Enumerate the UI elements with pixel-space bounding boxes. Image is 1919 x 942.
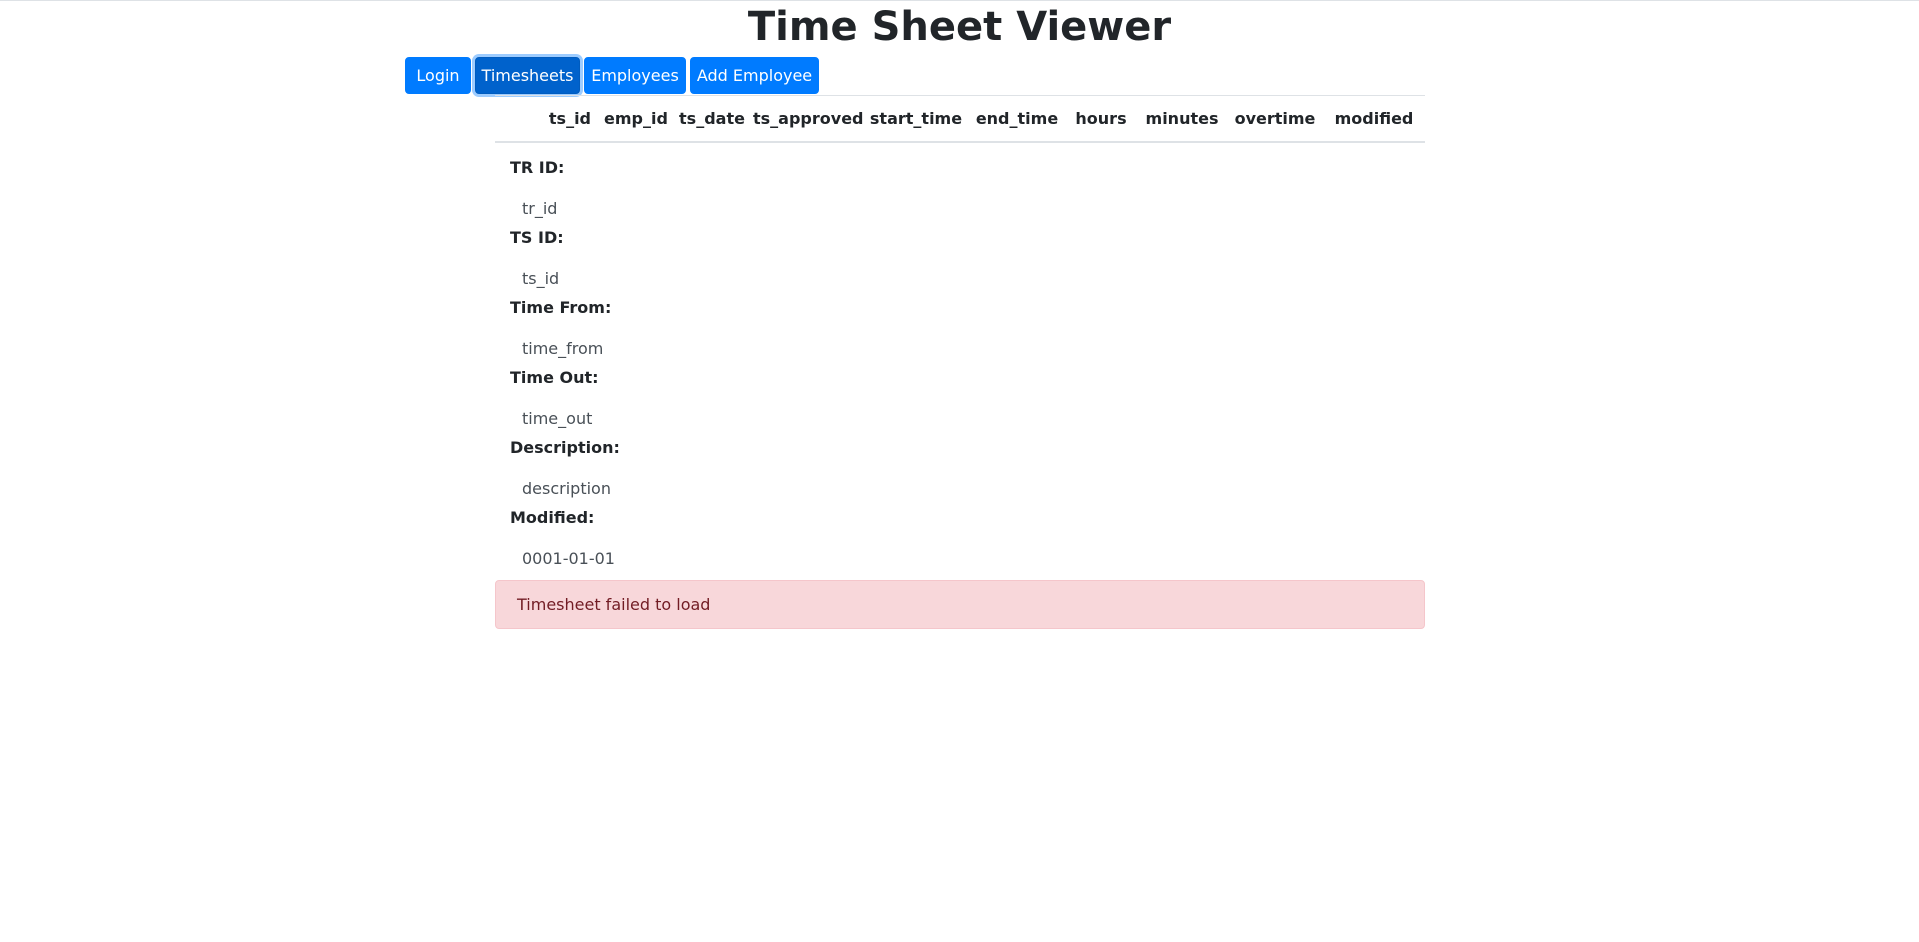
timesheet-table: ts_id emp_id ts_date ts_approved start_t…	[495, 95, 1425, 143]
time-out-label: Time Out:	[510, 368, 599, 387]
column-header: start_time	[863, 95, 969, 143]
description-value: description	[522, 479, 611, 498]
column-header: ts_id	[495, 95, 601, 143]
login-button[interactable]: Login	[405, 57, 471, 94]
timesheet-table-container: ts_id emp_id ts_date ts_approved start_t…	[495, 95, 1425, 143]
time-from-label: Time From:	[510, 298, 612, 317]
employees-button[interactable]: Employees	[584, 57, 686, 94]
tr-id-value: tr_id	[522, 199, 558, 218]
column-header: ts_approved	[753, 95, 864, 143]
table-header-row: ts_id emp_id ts_date ts_approved start_t…	[495, 95, 1425, 143]
column-header: hours	[1065, 95, 1137, 143]
column-header: modified	[1323, 95, 1425, 143]
description-label: Description:	[510, 438, 620, 457]
ts-id-value: ts_id	[522, 269, 560, 288]
column-header: end_time	[969, 95, 1065, 143]
column-header: emp_id	[601, 95, 671, 143]
page-title: Time Sheet Viewer	[747, 4, 1172, 50]
time-from-value: time_from	[522, 339, 604, 358]
add-employee-button[interactable]: Add Employee	[690, 57, 819, 94]
tr-id-label: TR ID:	[510, 158, 565, 177]
modified-value: 0001-01-01	[522, 549, 615, 568]
error-alert: Timesheet failed to load	[495, 580, 1425, 629]
time-out-value: time_out	[522, 409, 593, 428]
timesheets-button[interactable]: Timesheets	[475, 57, 580, 94]
column-header: overtime	[1227, 95, 1323, 143]
modified-label: Modified:	[510, 508, 595, 527]
ts-id-label: TS ID:	[510, 228, 564, 247]
column-header: minutes	[1137, 95, 1227, 143]
column-header: ts_date	[671, 95, 753, 143]
